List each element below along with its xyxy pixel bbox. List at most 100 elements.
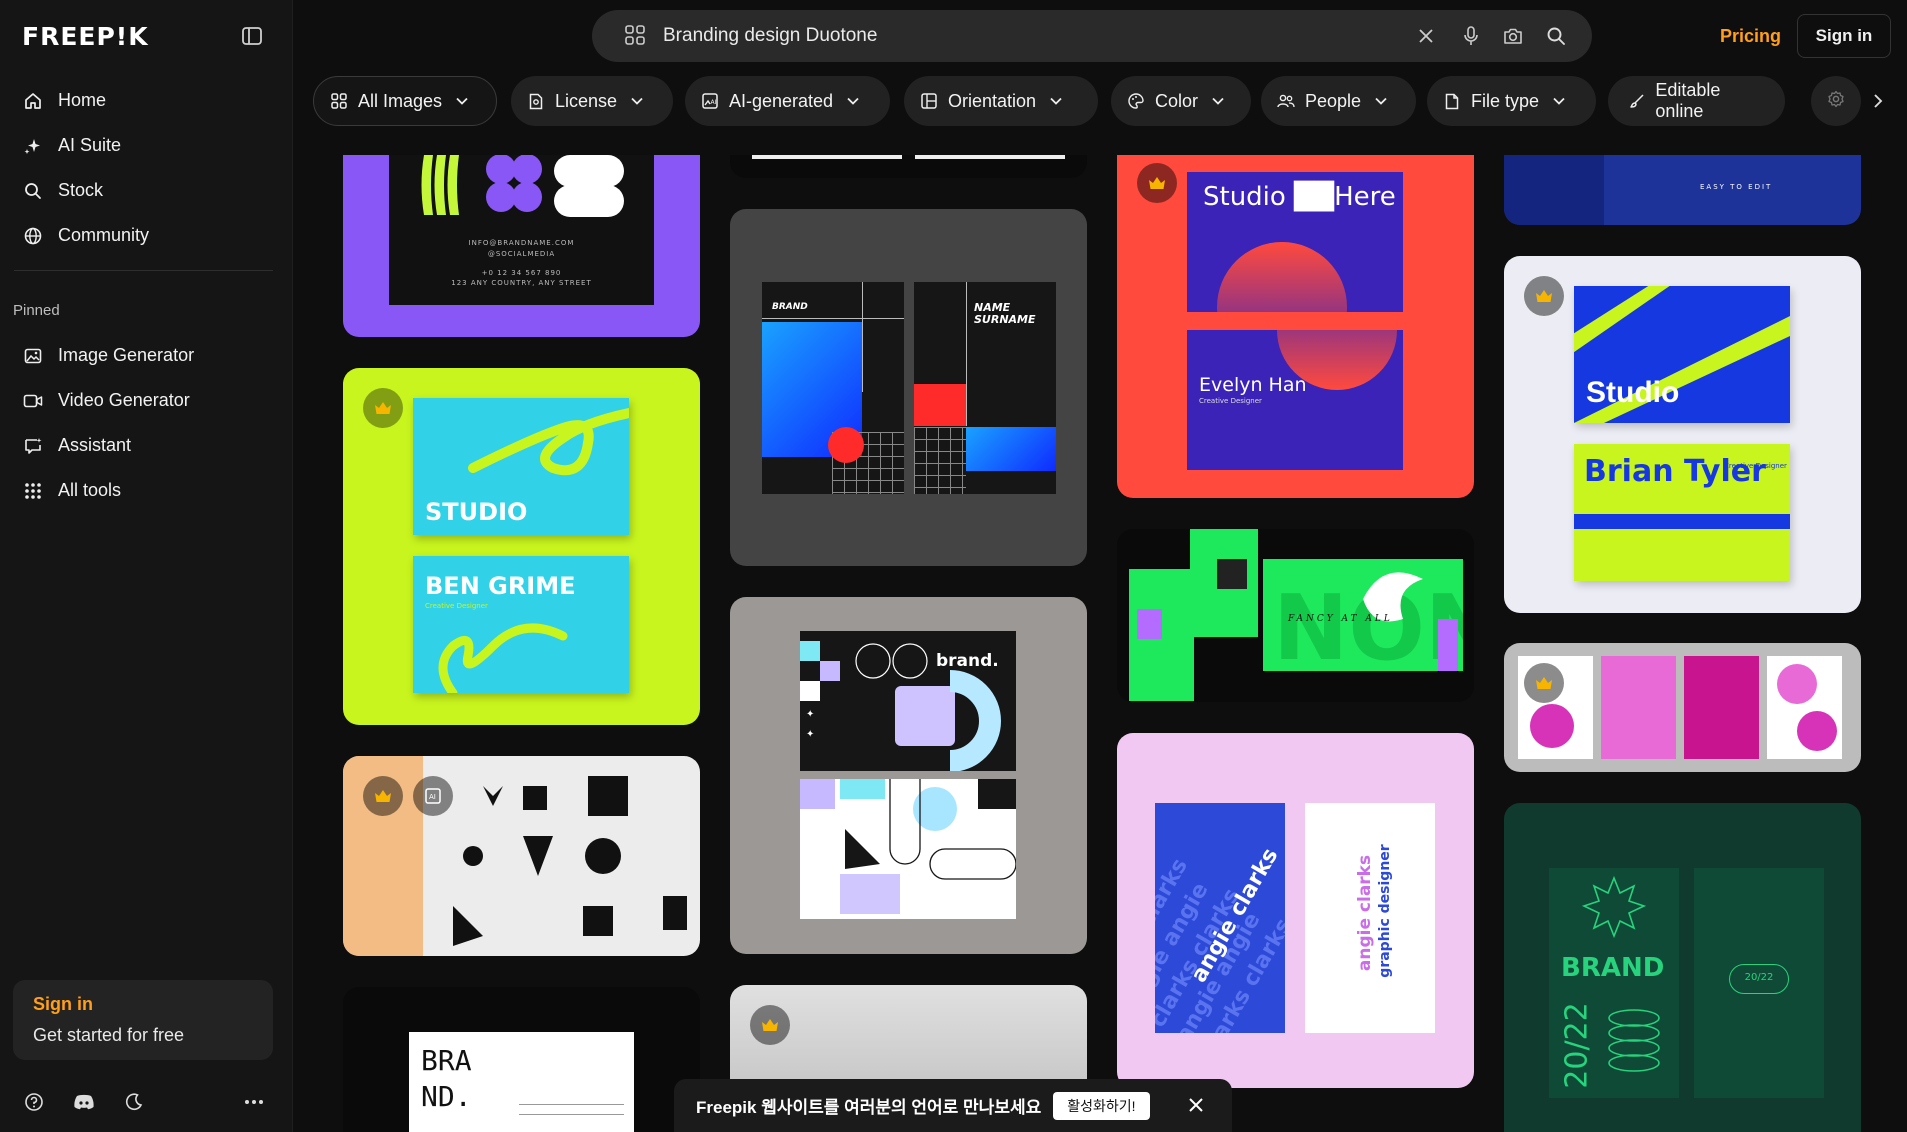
card-role: Creative Designer (1724, 462, 1787, 470)
pinned-item-all-tools[interactable]: All tools (14, 468, 273, 513)
file-icon (1443, 92, 1461, 110)
card-title: STUDIO (425, 498, 528, 526)
grid-icon (22, 480, 44, 502)
card-address: 123 ANY COUNTRY, ANY STREET (451, 279, 592, 287)
freepik-logo[interactable]: FREEP!K (22, 22, 149, 51)
pinned-item-video-generator[interactable]: Video Generator (14, 378, 273, 423)
chevron-down-icon (1212, 97, 1224, 105)
freepik-app: FREEP!K Home AI Suite Stock Community Pi… (0, 0, 1907, 1132)
filter-color[interactable]: Color (1111, 76, 1251, 126)
gallery-card-studio-ben-grime[interactable]: STUDIO BEN GRIME Creative Designer (343, 368, 700, 725)
gallery-card-top-blue[interactable]: EASY TO EDIT (1504, 155, 1861, 225)
card-back: BEN GRIME Creative Designer (413, 556, 629, 693)
signin-card-subtitle: Get started for free (33, 1025, 185, 1045)
card-role: Creative Designer (1199, 397, 1262, 405)
chevron-down-icon (1375, 97, 1387, 105)
nav-item-label: Community (58, 225, 150, 245)
filter-file-type[interactable]: File type (1427, 76, 1596, 126)
gallery-card-top-dark[interactable] (730, 155, 1087, 178)
card-back: angie clarks graphic designer (1305, 803, 1435, 1033)
gallery-card-angie-clarks[interactable]: clarks clarksangie angieclarks clarksang… (1117, 733, 1474, 1088)
card-front: Studio (1574, 286, 1790, 423)
card-title-line2: ND. (421, 1080, 472, 1113)
grid-squares-icon (330, 92, 348, 110)
globe-icon (22, 225, 44, 247)
gallery-card-logo-set[interactable]: AI (343, 756, 700, 956)
toast-activate-button[interactable]: 활성화하기! (1053, 1091, 1150, 1120)
nav-item-community[interactable]: Community (14, 213, 273, 258)
filter-label: Orientation (948, 90, 1037, 111)
signin-button[interactable]: Sign in (1797, 14, 1891, 58)
premium-crown-icon (1524, 663, 1564, 703)
search-input[interactable]: Branding design Duotone (663, 25, 877, 47)
card-back: Brian Tyler Creative Designer (1574, 444, 1790, 581)
gallery-card-neon-green[interactable]: NON FANCY AT ALL (1117, 529, 1474, 702)
pinned-nav: Image Generator Video Generator Assistan… (14, 333, 273, 513)
discord-icon[interactable] (72, 1090, 96, 1114)
filter-label: AI-generated (729, 90, 834, 111)
card-title: Studio (1586, 376, 1680, 409)
gallery-card-studio-brian-tyler[interactable]: Studio Brian Tyler Creative Designer (1504, 256, 1861, 613)
gallery-card-name-surname[interactable]: BRAND NAME SURNAME (730, 209, 1087, 566)
pinned-heading: Pinned (13, 302, 60, 319)
card-front: ✦ ✦ ✦ brand. (800, 631, 1016, 771)
dark-mode-icon[interactable] (122, 1090, 146, 1114)
close-icon[interactable] (1186, 1095, 1206, 1115)
filter-ai-generated[interactable]: AI AI-generated (685, 76, 890, 126)
clear-search-icon[interactable] (1414, 24, 1438, 48)
card-left: BRAND (762, 282, 904, 494)
ai-image-icon: AI (701, 92, 719, 110)
filter-label: Editable online (1655, 80, 1721, 121)
svg-text:AI: AI (429, 793, 436, 801)
gallery-card-purple-business-card[interactable]: INFO@BRANDNAME.COM @SOCIALMEDIA +0 12 34… (343, 155, 700, 337)
filter-people[interactable]: People (1261, 76, 1416, 126)
filter-license[interactable]: License (511, 76, 673, 126)
sidebar-signin-card[interactable]: Sign in Get started for free (13, 980, 273, 1060)
nav-item-stock[interactable]: Stock (14, 168, 273, 213)
brand-shapes-graphic (421, 155, 624, 217)
chevron-right-icon[interactable] (1866, 89, 1890, 113)
gallery-card-bra-nd[interactable]: BRA ND. (343, 987, 700, 1132)
squiggle-graphic (438, 623, 568, 693)
svg-text:✦: ✦ (806, 709, 814, 720)
microphone-icon[interactable] (1459, 24, 1483, 48)
main-nav: Home AI Suite Stock Community (14, 78, 273, 258)
pinned-item-image-generator[interactable]: Image Generator (14, 333, 273, 378)
help-icon[interactable] (22, 1090, 46, 1114)
premium-crown-icon (1524, 276, 1564, 316)
more-options-icon[interactable] (242, 1090, 266, 1114)
card-title: BRAND (1561, 953, 1665, 983)
filter-orientation[interactable]: Orientation (904, 76, 1098, 126)
gallery-card-brand-dot[interactable]: ✦ ✦ ✦ brand. (730, 597, 1087, 954)
premium-crown-icon (750, 1005, 790, 1045)
gallery-card-brand-green[interactable]: BRAND 20/22 20/22 (1504, 803, 1861, 1132)
card-badge: 20/22 (1744, 972, 1774, 983)
nav-item-ai-suite[interactable]: AI Suite (14, 123, 273, 168)
signin-card-title[interactable]: Sign in (33, 994, 253, 1015)
nav-item-label: Home (58, 90, 107, 110)
card-social: @SOCIALMEDIA (487, 250, 556, 258)
card-email: INFO@BRANDNAME.COM (468, 239, 575, 247)
chevron-down-icon (631, 97, 643, 105)
card-phone: +0 12 34 567 890 (481, 269, 562, 277)
gallery-card-studio-here[interactable]: Studio ██Here Evelyn Han Creative Design… (1117, 155, 1474, 498)
filter-label: Color (1155, 90, 1199, 111)
pinned-item-assistant[interactable]: Assistant (14, 423, 273, 468)
license-icon (527, 92, 545, 110)
pinned-item-label: Assistant (58, 435, 132, 455)
nav-item-label: AI Suite (58, 135, 122, 155)
nav-item-home[interactable]: Home (14, 78, 273, 123)
camera-search-icon[interactable] (1501, 24, 1525, 48)
filter-label: All Images (358, 90, 443, 111)
pricing-link[interactable]: Pricing (1720, 26, 1781, 47)
search-bar[interactable]: Branding design Duotone (592, 10, 1592, 62)
chat-icon (22, 435, 44, 457)
filter-editable-online[interactable]: Editable online (1608, 76, 1785, 126)
search-category-icon[interactable] (624, 24, 646, 51)
filter-all-images[interactable]: All Images (313, 76, 497, 126)
search-icon (22, 180, 44, 202)
gallery-card-pink-cards[interactable] (1504, 643, 1861, 772)
filter-settings-button[interactable] (1811, 76, 1861, 126)
search-submit-icon[interactable] (1544, 24, 1568, 48)
sidebar-toggle-icon[interactable] (240, 24, 264, 48)
